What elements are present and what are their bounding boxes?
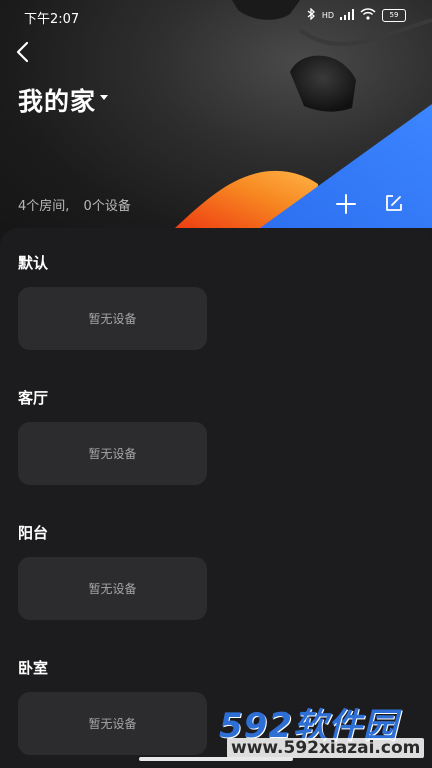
room-title: 卧室 (18, 659, 49, 677)
page-title: 我的家 (18, 87, 97, 116)
battery-icon: 59 (382, 9, 406, 22)
network-label: HD (321, 11, 334, 20)
home-indicator[interactable] (139, 757, 293, 761)
device-count: 0个设备 (83, 199, 131, 214)
status-bar: 下午2:07 HD 59 (0, 0, 432, 30)
room-list: 默认 暂无设备 客厅 暂无设备 阳台 暂无设备 卧室 暂无设备 (0, 228, 432, 768)
room-title: 客厅 (18, 389, 49, 407)
plus-icon (336, 194, 356, 214)
room-count: 4个房间, (18, 199, 70, 214)
signal-icon (340, 8, 354, 23)
add-button[interactable] (334, 192, 358, 216)
back-button[interactable] (12, 38, 36, 66)
status-time: 下午2:07 (24, 12, 80, 27)
empty-device-card[interactable]: 暂无设备 (18, 287, 207, 350)
wifi-icon (360, 8, 376, 23)
home-selector[interactable]: 我的家 (18, 82, 109, 118)
home-summary: 4个房间, 0个设备 (18, 195, 133, 214)
edit-icon (386, 195, 402, 211)
empty-device-card[interactable]: 暂无设备 (18, 692, 207, 755)
watermark-url: www.592xiazai.com (227, 738, 425, 758)
header-banner: 下午2:07 HD 59 我的家 4个房间, 0个设备 (0, 0, 432, 250)
bluetooth-icon (307, 7, 316, 23)
edit-button[interactable] (383, 192, 405, 214)
room-title: 阳台 (18, 524, 49, 542)
status-icons: HD 59 (307, 7, 406, 23)
empty-device-card[interactable]: 暂无设备 (18, 557, 207, 620)
chevron-left-icon (16, 41, 29, 63)
empty-device-card[interactable]: 暂无设备 (18, 422, 207, 485)
caret-down-icon (100, 94, 109, 100)
room-title: 默认 (18, 254, 49, 272)
